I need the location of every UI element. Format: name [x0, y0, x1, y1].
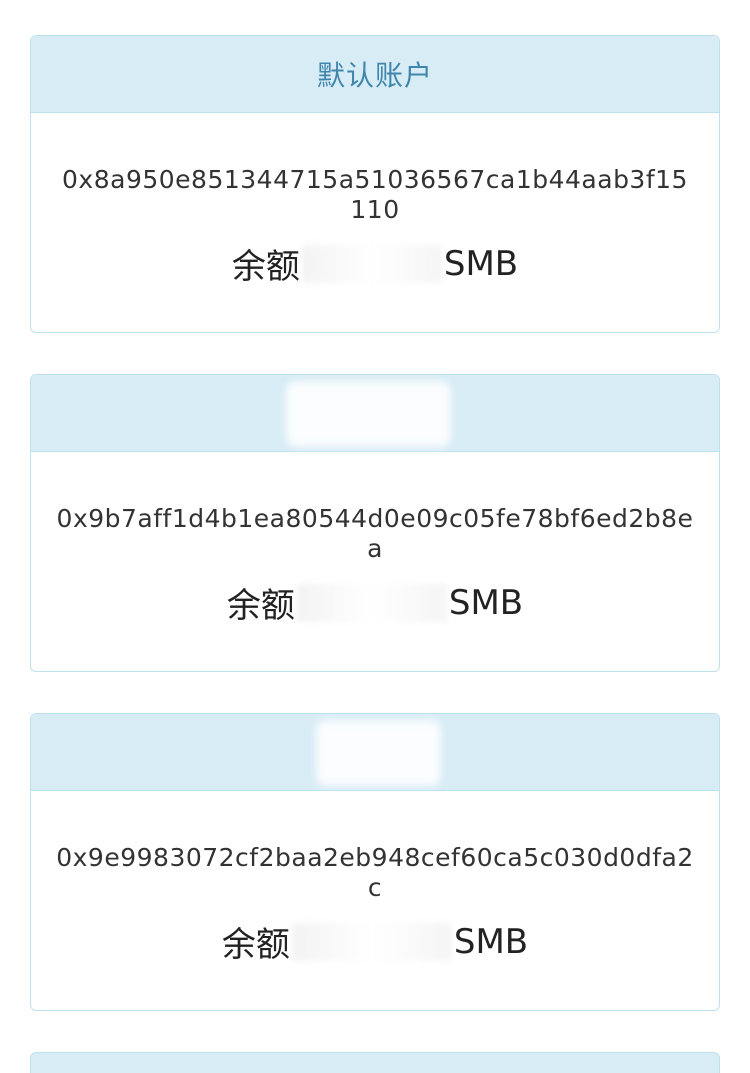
- redacted-title-patch: [316, 720, 441, 786]
- account-card[interactable]: 默认账户 0x8a950e851344715a51036567ca1b44aab…: [30, 35, 720, 333]
- balance-value-redacted: [301, 244, 442, 283]
- account-card-body: 0x9e9983072cf2baa2eb948cef60ca5c030d0dfa…: [31, 791, 719, 966]
- account-card[interactable]: 0x9b7aff1d4b1ea80544d0e09c05fe78bf6ed2b8…: [30, 374, 720, 672]
- account-address: 0x9e9983072cf2baa2eb948cef60ca5c030d0dfa…: [56, 843, 694, 902]
- account-list: 默认账户 0x8a950e851344715a51036567ca1b44aab…: [30, 35, 720, 1073]
- account-card[interactable]: 0x9e9983072cf2baa2eb948cef60ca5c030d0dfa…: [30, 713, 720, 1011]
- account-card-header: [31, 714, 719, 791]
- balance-unit: SMB: [453, 921, 529, 962]
- account-address: 0x9b7aff1d4b1ea80544d0e09c05fe78bf6ed2b8…: [56, 504, 694, 563]
- balance-unit: SMB: [443, 243, 519, 284]
- account-balance: 余额 SMB: [31, 917, 719, 966]
- account-card-header: [31, 375, 719, 452]
- redacted-title-patch: [286, 381, 451, 447]
- balance-label: 余额: [221, 925, 290, 965]
- account-address: 0x8a950e851344715a51036567ca1b44aab3f151…: [62, 165, 688, 224]
- account-card-partial[interactable]: [30, 1052, 720, 1073]
- account-card-header: 默认账户: [31, 36, 719, 113]
- balance-unit: SMB: [448, 582, 524, 623]
- balance-label: 余额: [226, 586, 295, 626]
- account-card-body: 0x8a950e851344715a51036567ca1b44aab3f151…: [31, 113, 719, 288]
- account-balance: 余额 SMB: [31, 239, 719, 288]
- balance-value-redacted: [291, 922, 452, 961]
- balance-value-redacted: [296, 583, 447, 622]
- balance-label: 余额: [231, 247, 300, 287]
- account-balance: 余额 SMB: [31, 578, 719, 627]
- account-card-body: 0x9b7aff1d4b1ea80544d0e09c05fe78bf6ed2b8…: [31, 452, 719, 627]
- account-title: 默认账户: [316, 59, 433, 92]
